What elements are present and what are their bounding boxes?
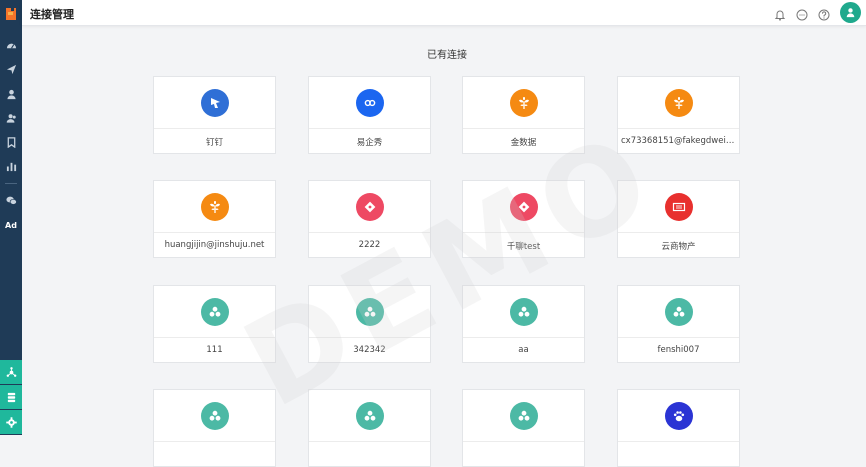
page-title: 连接管理 [30,8,74,21]
card-divider [309,128,430,129]
eqxiu-icon [356,89,384,117]
connection-card[interactable] [308,389,431,467]
card-divider [618,337,739,338]
top-bar: 连接管理 [22,0,866,26]
card-divider [309,232,430,233]
connection-label: 2222 [358,240,381,250]
connection-card[interactable]: 云商物产 [617,180,740,258]
sidebar-connections-icon[interactable] [0,360,22,384]
connection-card[interactable]: 2222 [308,180,431,258]
card-divider [463,128,584,129]
sidebar-divider [5,183,17,184]
sidebar-dashboard-icon[interactable] [0,35,22,55]
bell-icon[interactable] [774,6,786,21]
sidebar-settings-icon[interactable] [0,410,22,434]
connector-icon [201,298,229,326]
help-icon[interactable] [818,6,830,21]
connection-label: 千聊test [506,242,541,252]
sidebar-ad-item[interactable]: Ad [0,215,22,235]
connector-icon [201,402,229,430]
qianliao-icon [356,193,384,221]
connection-card[interactable]: 千聊test [462,180,585,258]
connection-label: 342342 [353,345,386,355]
card-divider [154,441,275,442]
card-divider [154,232,275,233]
sidebar-users-icon[interactable] [0,108,22,128]
sidebar-ad-label: Ad [5,220,17,230]
card-divider [309,337,430,338]
yunshang-icon [665,193,693,221]
chat-icon[interactable] [796,6,808,21]
card-divider [463,441,584,442]
jinshuju-icon [201,193,229,221]
jinshuju-icon [510,89,538,117]
connection-card[interactable]: cx73368151@fakegdweixin.com [617,76,740,154]
card-divider [309,441,430,442]
app-logo[interactable] [3,6,19,22]
connection-card[interactable]: huangjijin@jinshuju.net [153,180,276,258]
connection-card[interactable] [153,389,276,467]
connection-card[interactable]: 111 [153,285,276,363]
connector-icon [510,402,538,430]
dingtalk-icon [201,89,229,117]
card-divider [618,232,739,233]
connection-label: cx73368151@fakegdweixin.com [621,136,739,146]
connection-label: 111 [206,345,223,355]
connector-icon [665,298,693,326]
connection-label: aa [518,345,529,355]
connection-label: 易企秀 [356,138,383,148]
card-divider [463,232,584,233]
connection-label: 金数据 [510,138,537,148]
connection-label: fenshi007 [657,345,700,355]
connection-card[interactable]: fenshi007 [617,285,740,363]
connector-icon [356,402,384,430]
connector-icon [356,298,384,326]
user-avatar[interactable] [840,2,861,23]
sidebar-wechat-icon[interactable] [0,190,22,210]
sidebar: Ad [0,0,22,435]
sidebar-user-icon[interactable] [0,84,22,104]
sidebar-send-icon[interactable] [0,59,22,79]
qianliao-icon [510,193,538,221]
connection-card[interactable]: aa [462,285,585,363]
connection-card[interactable] [617,389,740,467]
jinshuju-icon [665,89,693,117]
connection-card[interactable]: 342342 [308,285,431,363]
section-title: 已有连接 [427,50,467,61]
card-divider [463,337,584,338]
connection-card[interactable]: 易企秀 [308,76,431,154]
sidebar-chart-icon[interactable] [0,156,22,176]
connection-label: huangjijin@jinshuju.net [164,240,265,250]
connection-label: 钉钉 [205,138,223,148]
sidebar-database-icon[interactable] [0,385,22,409]
baidu-paw-icon [665,402,693,430]
sidebar-bookmark-icon[interactable] [0,132,22,152]
card-divider [154,128,275,129]
connection-card[interactable]: 金数据 [462,76,585,154]
connector-icon [510,298,538,326]
user-avatar-icon [846,8,855,18]
card-divider [154,337,275,338]
connection-label: 云商物产 [661,242,696,252]
connection-card[interactable] [462,389,585,467]
connection-card[interactable]: 钉钉 [153,76,276,154]
demo-watermark: DEMO [223,104,680,435]
card-divider [618,441,739,442]
card-divider [618,128,739,129]
